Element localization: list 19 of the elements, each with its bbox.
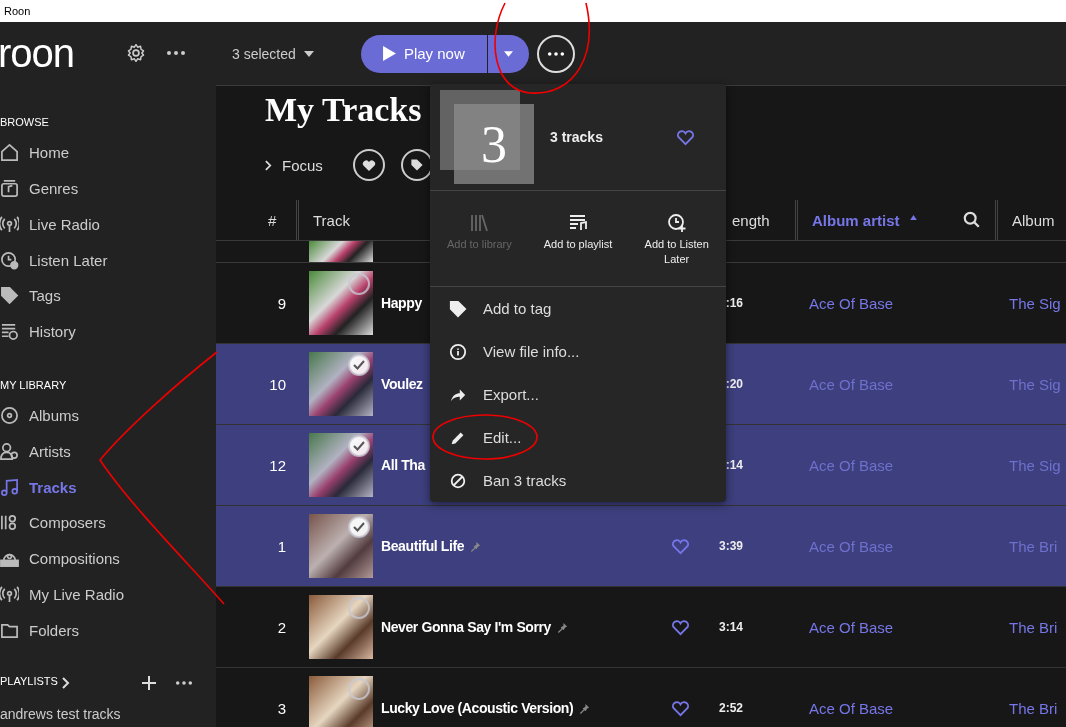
track-length: :16 <box>725 296 744 310</box>
window-title: Roon <box>4 5 31 17</box>
menu-title: 3 tracks <box>550 129 603 145</box>
section-heading: BROWSE <box>0 114 49 130</box>
track-number: 3 <box>277 699 287 717</box>
track-number: 12 <box>269 456 287 474</box>
track-number: 9 <box>277 294 287 312</box>
track-length: 2:52 <box>718 701 744 715</box>
track-number: 1 <box>277 537 287 555</box>
section-heading: MY LIBRARY <box>0 377 67 393</box>
track-length: :14 <box>725 458 744 472</box>
page-title: My Tracks <box>265 90 422 130</box>
app-logo: roon <box>0 33 75 74</box>
track-number: 10 <box>269 375 287 393</box>
selection-count-tile: 3 <box>454 104 534 184</box>
track-length: 3:14 <box>718 620 744 634</box>
track-length: 3:39 <box>718 539 744 553</box>
track-length: :20 <box>725 377 744 391</box>
track-number: 2 <box>277 618 287 636</box>
